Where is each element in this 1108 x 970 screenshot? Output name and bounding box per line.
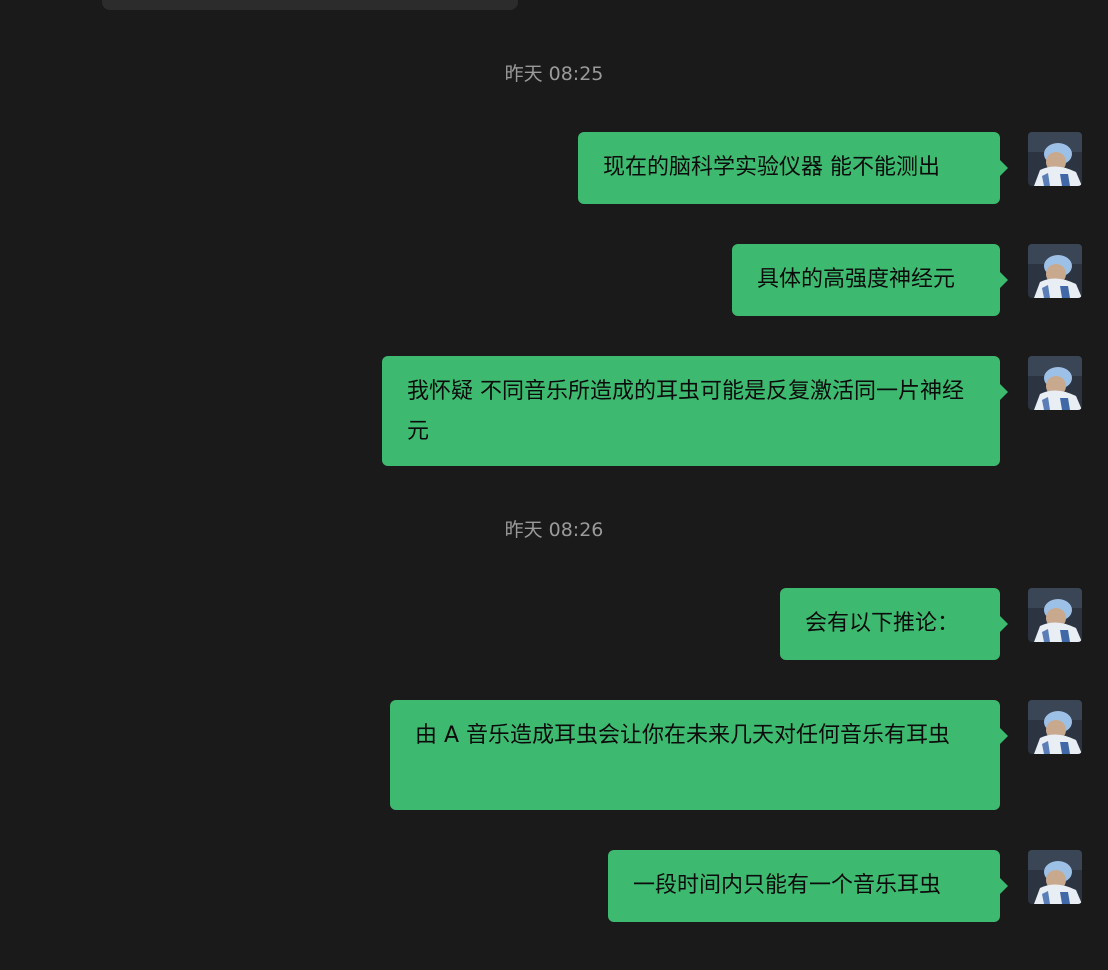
message-bubble[interactable]: 会有以下推论： xyxy=(780,588,1008,660)
user-avatar-icon[interactable] xyxy=(1028,588,1082,642)
message-bubble[interactable]: 一段时间内只能有一个音乐耳虫 xyxy=(608,850,1008,922)
message-bubble[interactable]: 我怀疑 不同音乐所造成的耳虫可能是反复激活同一片神经元 xyxy=(382,356,1008,466)
user-avatar-icon[interactable] xyxy=(1028,356,1082,410)
user-avatar-icon[interactable] xyxy=(1028,132,1082,186)
timestamp: 昨天 08:26 xyxy=(504,519,604,541)
message-bubble[interactable]: 具体的高强度神经元 xyxy=(732,244,1008,316)
user-avatar-icon[interactable] xyxy=(1028,700,1082,754)
user-avatar-icon[interactable] xyxy=(1028,244,1082,298)
message-bubble[interactable]: 现在的脑科学实验仪器 能不能测出 xyxy=(578,132,1008,204)
user-avatar-icon[interactable] xyxy=(1028,850,1082,904)
previous-message-fragment xyxy=(102,0,518,10)
scrollbar[interactable] xyxy=(1102,0,1108,970)
timestamp: 昨天 08:25 xyxy=(504,63,604,85)
message-bubble[interactable]: 由 A 音乐造成耳虫会让你在未来几天对任何音乐有耳虫 xyxy=(390,700,1008,810)
